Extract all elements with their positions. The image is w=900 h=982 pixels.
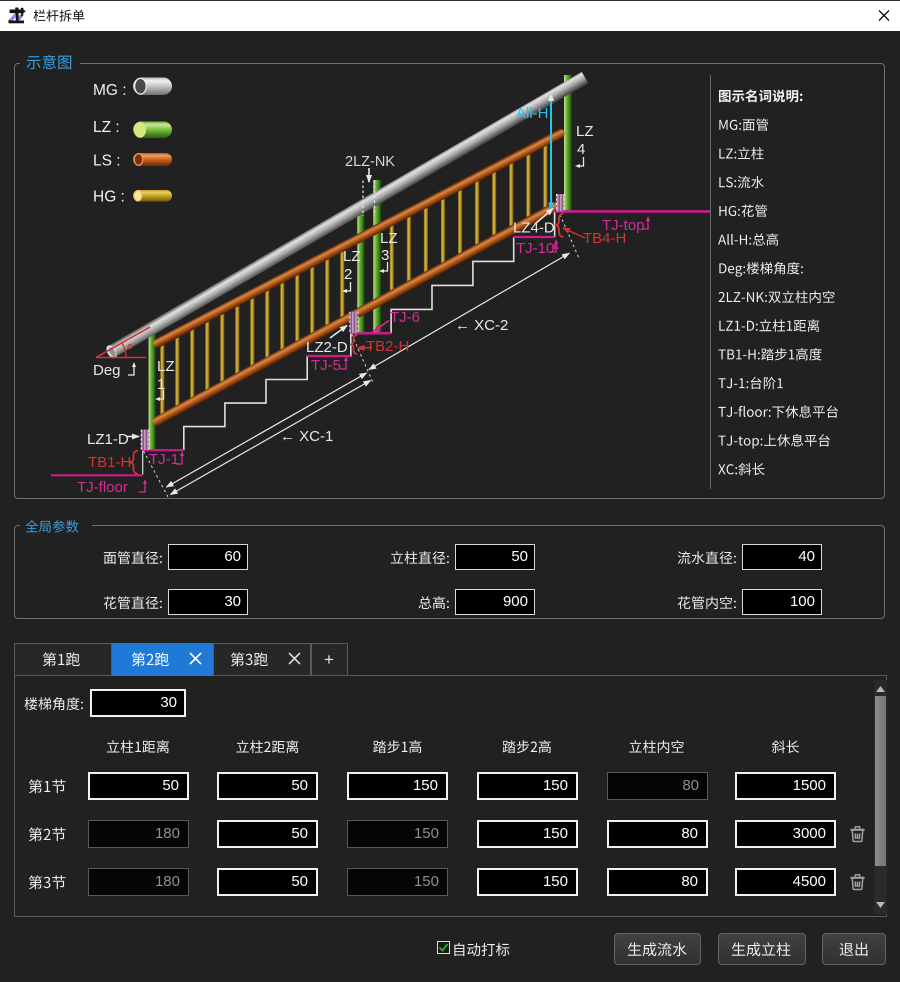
svg-text:TB1-H: TB1-H [88, 454, 131, 471]
svg-text:TJ-5: TJ-5 [311, 357, 341, 374]
svg-text:3: 3 [381, 247, 389, 264]
svg-text:Deg: Deg [93, 362, 121, 379]
svg-text:4: 4 [577, 141, 585, 158]
svg-text:+: + [324, 650, 334, 669]
svg-text:TJ-10: TJ-10 [516, 240, 554, 257]
svg-text:TJ-1: TJ-1 [149, 451, 179, 468]
svg-text:HG :: HG : [93, 189, 125, 206]
svg-text:TB2-H: TB2-H [366, 338, 409, 355]
svg-text:LZ: LZ [343, 248, 361, 265]
svg-text:LZ: LZ [576, 123, 594, 140]
svg-text:TB4-H: TB4-H [583, 230, 626, 247]
svg-text:LZ4-D: LZ4-D [513, 220, 555, 237]
svg-text:TJ-6: TJ-6 [390, 309, 420, 326]
svg-text:LZ :: LZ : [93, 119, 120, 136]
svg-text:All-H: All-H [516, 105, 549, 122]
svg-text:TJ-floor: TJ-floor [77, 479, 128, 496]
svg-text:2LZ-NK: 2LZ-NK [345, 154, 395, 170]
svg-text:2: 2 [344, 266, 352, 283]
svg-text:MG :: MG : [93, 82, 127, 99]
svg-text:LZ2-D: LZ2-D [306, 339, 348, 356]
svg-text:LZ: LZ [380, 230, 398, 247]
svg-text:← XC-2: ← XC-2 [455, 317, 508, 334]
svg-text:LZ: LZ [157, 358, 175, 375]
svg-text:← XC-1: ← XC-1 [280, 428, 333, 445]
svg-text:LS :: LS : [93, 153, 121, 170]
svg-text:LZ1-D: LZ1-D [87, 431, 129, 448]
